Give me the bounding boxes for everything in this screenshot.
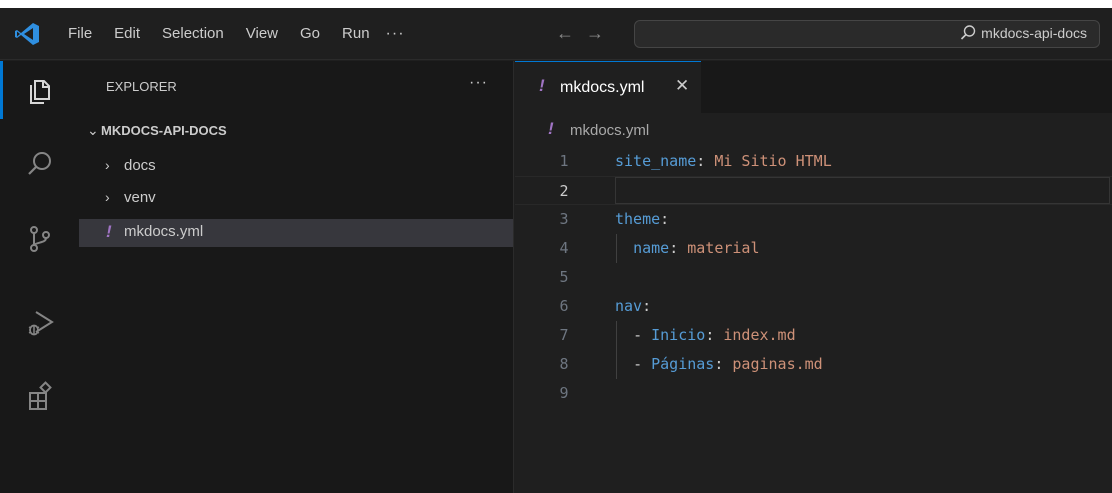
menu-view[interactable]: View <box>246 8 278 60</box>
yaml-file-icon: ! <box>106 222 112 241</box>
activity-search-button[interactable] <box>0 135 79 193</box>
files-icon <box>29 80 50 104</box>
tree-folder-venv-label: venv <box>124 189 156 206</box>
code-line-5: 5 <box>515 263 1112 292</box>
tree-file-mkdocs-yml[interactable]: ! mkdocs.yml <box>79 219 513 247</box>
yaml-value: index.md <box>714 326 796 344</box>
activity-bar <box>0 61 79 493</box>
code-line-8: 8 - Páginas: paginas.md <box>515 350 1112 379</box>
current-line-highlight <box>615 177 1110 204</box>
yaml-colon: : <box>669 239 679 257</box>
code-line-6: 6 nav: <box>515 292 1112 321</box>
explorer-title: EXPLORER <box>106 79 177 94</box>
code-line-4: 4 name: material <box>515 234 1112 263</box>
yaml-key: Inicio <box>651 326 706 344</box>
yaml-colon: : <box>696 152 706 170</box>
menu-go[interactable]: Go <box>300 8 320 60</box>
editor-tab-bar: ! mkdocs.yml ✕ <box>515 61 1112 113</box>
code-line-2: 2 <box>515 176 1112 205</box>
menu-run[interactable]: Run <box>342 8 370 60</box>
breadcrumb-file[interactable]: mkdocs.yml <box>570 122 649 139</box>
line-number: 2 <box>559 182 569 200</box>
menu-selection[interactable]: Selection <box>162 8 224 60</box>
command-center-search[interactable]: mkdocs-api-docs <box>634 20 1100 48</box>
yaml-file-icon: ! <box>548 119 554 138</box>
tab-mkdocs-yml[interactable]: ! mkdocs.yml ✕ <box>515 61 701 113</box>
menu-edit[interactable]: Edit <box>114 8 140 60</box>
yaml-key: nav <box>615 297 643 315</box>
yaml-file-icon: ! <box>539 76 545 95</box>
chevron-right-icon: › <box>105 189 110 205</box>
line-number: 1 <box>559 152 569 170</box>
search-icon <box>27 152 51 175</box>
yaml-colon: : <box>705 326 715 344</box>
chevron-down-icon: ⌄ <box>87 122 99 138</box>
code-line-3: 3 theme: <box>515 205 1112 234</box>
yaml-colon: : <box>642 297 652 315</box>
explorer-header: EXPLORER ··· <box>79 61 514 113</box>
tree-file-mkdocs-yml-label: mkdocs.yml <box>124 223 204 240</box>
explorer-more-button[interactable]: ··· <box>469 74 488 92</box>
line-number: 5 <box>559 268 569 286</box>
explorer-sidebar: EXPLORER ··· ⌄ MKDOCS-API-DOCS › docs › … <box>79 61 514 493</box>
yaml-dash: - <box>633 326 652 344</box>
activity-explorer-button[interactable] <box>0 61 79 119</box>
source-control-icon <box>29 226 50 252</box>
menu-bar: File Edit Selection View Go Run ··· <box>68 8 427 60</box>
yaml-key: site_name <box>615 152 697 170</box>
yaml-dash: - <box>633 355 652 373</box>
code-line-7: 7 - Inicio: index.md <box>515 321 1112 350</box>
tree-folder-docs[interactable]: › docs <box>79 153 513 181</box>
tree-folder-docs-label: docs <box>124 157 156 174</box>
activity-extensions-button[interactable] <box>0 367 79 425</box>
code-line-1: 1 site_name: Mi Sitio HTML <box>515 147 1112 176</box>
forward-arrow-icon[interactable]: → <box>586 24 604 42</box>
editor-area: ! mkdocs.yml ✕ ! mkdocs.yml 1 site_name:… <box>515 61 1112 493</box>
yaml-colon: : <box>660 210 670 228</box>
line-number: 6 <box>559 297 569 315</box>
chevron-right-icon: › <box>105 157 110 173</box>
workspace-root-folder[interactable]: ⌄ MKDOCS-API-DOCS <box>79 119 514 145</box>
yaml-value: material <box>678 239 760 257</box>
activity-run-debug-button[interactable] <box>0 294 79 352</box>
yaml-key: name <box>633 239 670 257</box>
menu-more-button[interactable]: ··· <box>386 8 405 60</box>
search-text: mkdocs-api-docs <box>981 25 1087 41</box>
breadcrumb: ! mkdocs.yml <box>515 113 1112 147</box>
title-bar: File Edit Selection View Go Run ··· ← → … <box>0 8 1112 60</box>
code-line-9: 9 <box>515 379 1112 408</box>
yaml-value: paginas.md <box>723 355 823 373</box>
yaml-value: Mi Sitio HTML <box>705 152 832 170</box>
close-icon[interactable]: ✕ <box>675 76 689 96</box>
extensions-icon <box>28 381 52 410</box>
line-number: 8 <box>559 355 569 373</box>
line-number: 7 <box>559 326 569 344</box>
top-strip <box>0 0 1112 8</box>
activity-source-control-button[interactable] <box>0 210 79 268</box>
run-debug-icon <box>28 311 54 336</box>
line-number: 9 <box>559 384 569 402</box>
vscode-logo-icon <box>15 23 39 45</box>
line-number: 4 <box>559 239 569 257</box>
tree-folder-venv[interactable]: › venv <box>79 185 513 213</box>
vscode-window: File Edit Selection View Go Run ··· ← → … <box>0 0 1112 493</box>
search-icon <box>961 25 976 40</box>
menu-file[interactable]: File <box>68 8 92 60</box>
back-arrow-icon[interactable]: ← <box>556 24 574 42</box>
tab-label: mkdocs.yml <box>560 79 645 96</box>
navigation-arrows: ← → <box>556 24 604 42</box>
yaml-key: theme <box>615 210 661 228</box>
yaml-key: Páginas <box>651 355 715 373</box>
workspace-root-label: MKDOCS-API-DOCS <box>101 123 227 138</box>
line-number: 3 <box>559 210 569 228</box>
